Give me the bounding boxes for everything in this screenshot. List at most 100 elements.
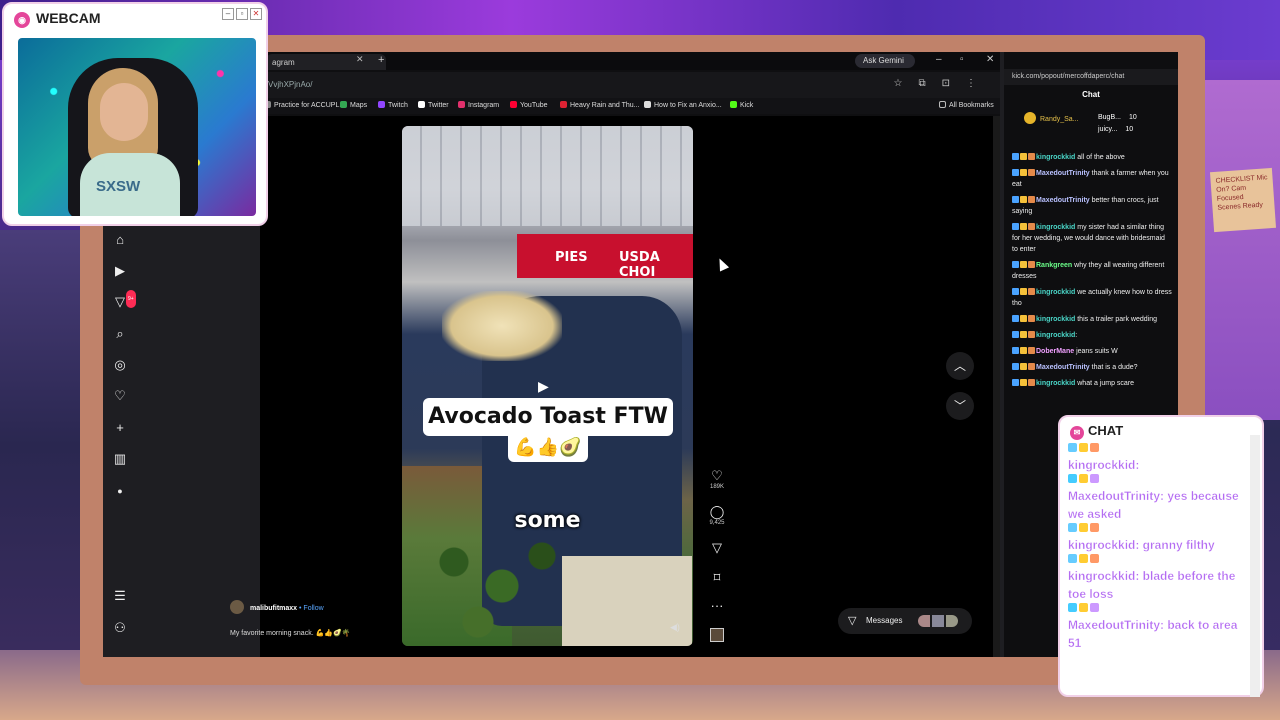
gifter-item[interactable]: juicy... 10 bbox=[1098, 124, 1137, 136]
video-author[interactable]: malibufitmaxx • Follow bbox=[230, 600, 324, 614]
heart-icon[interactable]: ♡ bbox=[112, 388, 128, 404]
chat-badges bbox=[1068, 523, 1244, 536]
badge-icon bbox=[1079, 474, 1088, 483]
new-tab-icon[interactable]: + bbox=[378, 54, 384, 66]
share-button[interactable]: ▽ bbox=[705, 540, 729, 556]
explore-icon[interactable]: ◎ bbox=[112, 357, 128, 373]
bookmark-label: Instagram bbox=[468, 102, 500, 109]
kick-chat-title: Chat bbox=[1082, 90, 1100, 99]
home-icon[interactable]: ⌂ bbox=[112, 232, 128, 248]
chat-username[interactable]: MaxedoutTrinity bbox=[1036, 364, 1090, 371]
all-bookmarks-link[interactable]: All Bookmarks bbox=[939, 101, 994, 109]
badge-icon bbox=[1079, 523, 1088, 532]
browser-tab[interactable]: agram bbox=[266, 54, 386, 70]
page-scrollbar[interactable] bbox=[993, 116, 1000, 657]
bookmark-favicon-icon bbox=[510, 101, 517, 108]
address-bar[interactable]: VvjhXPjnAo/ ☆⧉⊡⋮ bbox=[260, 72, 1000, 98]
shirt-text: SXSW bbox=[96, 178, 141, 195]
chat-text: what a jump scare bbox=[1075, 380, 1135, 387]
gifter-item[interactable]: BugB... 10 bbox=[1098, 112, 1137, 124]
bookmark-favicon-icon bbox=[458, 101, 465, 108]
author-name[interactable]: malibufitmaxx bbox=[250, 605, 297, 612]
follow-link[interactable]: • Follow bbox=[299, 605, 324, 612]
plus-icon[interactable]: + bbox=[112, 420, 128, 436]
previous-video-button[interactable]: ︿ bbox=[946, 352, 974, 380]
chat-username[interactable]: kingrockkid bbox=[1036, 154, 1075, 161]
badge-icon bbox=[1090, 603, 1099, 612]
ask-gemini-button[interactable]: Ask Gemini bbox=[855, 54, 915, 68]
bookmark-item[interactable]: Twitter bbox=[418, 101, 449, 109]
video-icon[interactable]: ▶ bbox=[112, 263, 128, 279]
chat-text: : bbox=[1075, 332, 1078, 339]
search-icon[interactable]: ⌕ bbox=[112, 326, 128, 342]
chat-username[interactable]: DoberMane bbox=[1036, 348, 1074, 355]
chat-username[interactable]: Rankgreen bbox=[1036, 262, 1072, 269]
badge-icon bbox=[1012, 223, 1019, 230]
chat-text: all of the above bbox=[1075, 154, 1125, 161]
badge-icon bbox=[1028, 331, 1035, 338]
badge-icon bbox=[1020, 331, 1027, 338]
chat-badges bbox=[1068, 474, 1244, 487]
sound-avatar[interactable] bbox=[705, 628, 729, 647]
bookmark-item[interactable]: Kick bbox=[730, 101, 753, 109]
play-icon[interactable]: ▶ bbox=[538, 378, 549, 395]
bookmark-item[interactable]: Twitch bbox=[378, 101, 408, 109]
video-player[interactable]: PIES USDA CHOI Avocado Toast FTW 💪👍🥑 ▶ s… bbox=[402, 126, 693, 646]
store-sign: PIES USDA CHOI bbox=[517, 234, 693, 280]
tab-close-icon[interactable]: ✕ bbox=[356, 54, 364, 65]
gifter-count: 10 bbox=[1128, 114, 1137, 121]
chat-overlay-title: CHAT bbox=[1088, 423, 1124, 438]
badge-icon bbox=[1079, 554, 1088, 563]
more-icon: ··· bbox=[710, 598, 724, 613]
chat-text: that is a dude? bbox=[1089, 364, 1138, 371]
menu-icon[interactable]: ☰ bbox=[112, 588, 128, 604]
chat-username[interactable]: MaxedoutTrinity bbox=[1036, 170, 1090, 177]
chat-username[interactable]: kingrockkid bbox=[1036, 224, 1075, 231]
badge-icon bbox=[1020, 363, 1027, 370]
bookmark-item[interactable]: Heavy Rain and Thu... bbox=[560, 101, 640, 109]
kick-url[interactable]: kick.com/popout/mercoffdaperc/chat bbox=[1004, 69, 1178, 85]
bookmark-item[interactable]: Instagram bbox=[458, 101, 499, 109]
bookmark-item[interactable]: Maps bbox=[340, 101, 367, 109]
chat-username[interactable]: MaxedoutTrinity bbox=[1036, 197, 1090, 204]
bookmark-favicon-icon bbox=[644, 101, 651, 108]
chat-username[interactable]: kingrockkid bbox=[1036, 332, 1075, 339]
badge-icon bbox=[1028, 261, 1035, 268]
top-gifter[interactable]: Randy_Sa... bbox=[1024, 112, 1079, 124]
bookmark-item[interactable]: How to Fix an Anxio... bbox=[644, 101, 722, 109]
avatar-icon[interactable]: ● bbox=[112, 483, 128, 499]
bookmark-item[interactable]: YouTube bbox=[510, 101, 548, 109]
badge-icon bbox=[1090, 554, 1099, 563]
message-avatars bbox=[918, 615, 958, 627]
toolbar-icons[interactable]: ☆⧉⊡⋮ bbox=[894, 78, 992, 89]
minimize-icon: – bbox=[222, 8, 234, 20]
bookmark-favicon-icon bbox=[418, 101, 425, 108]
more-button[interactable]: ··· bbox=[705, 598, 729, 613]
chat-username[interactable]: kingrockkid bbox=[1036, 289, 1075, 296]
like-button[interactable]: ♡ 189K bbox=[705, 468, 729, 490]
top-gifter-name: Randy_Sa... bbox=[1040, 116, 1079, 123]
avocado-pile bbox=[422, 526, 582, 646]
next-video-button[interactable]: ﹀ bbox=[946, 392, 974, 420]
url-text[interactable]: VvjhXPjnAo/ bbox=[268, 80, 312, 89]
comment-button[interactable]: ◯ 9,425 bbox=[705, 504, 729, 526]
maximize-icon[interactable]: ▫ bbox=[960, 54, 964, 65]
restore-icon: ▫ bbox=[236, 8, 248, 20]
checklist-note: CHECKLIST Mic On? Cam Focused Scenes Rea… bbox=[1209, 167, 1277, 233]
badge-icon bbox=[1079, 443, 1088, 452]
badge-icon bbox=[1012, 347, 1019, 354]
stats-icon[interactable]: ▥ bbox=[112, 451, 128, 467]
messages-button[interactable]: ▽ Messages bbox=[838, 608, 972, 634]
activity-icon[interactable]: ▽ 9+ bbox=[112, 290, 136, 310]
minimize-icon[interactable]: – bbox=[936, 54, 942, 65]
bookmark-button[interactable]: ⌑ bbox=[705, 570, 729, 586]
bookmark-item[interactable]: Practice for ACCUPL... bbox=[264, 101, 345, 109]
badge-icon bbox=[1012, 261, 1019, 268]
chat-badges bbox=[1068, 603, 1244, 616]
chat-username[interactable]: kingrockkid bbox=[1036, 316, 1075, 323]
profile-icon[interactable]: ⚇ bbox=[112, 620, 128, 636]
volume-icon[interactable]: ◀) bbox=[670, 622, 680, 633]
close-window-icon[interactable]: ✕ bbox=[986, 54, 994, 65]
badge-icon bbox=[1068, 523, 1077, 532]
chat-username[interactable]: kingrockkid bbox=[1036, 380, 1075, 387]
